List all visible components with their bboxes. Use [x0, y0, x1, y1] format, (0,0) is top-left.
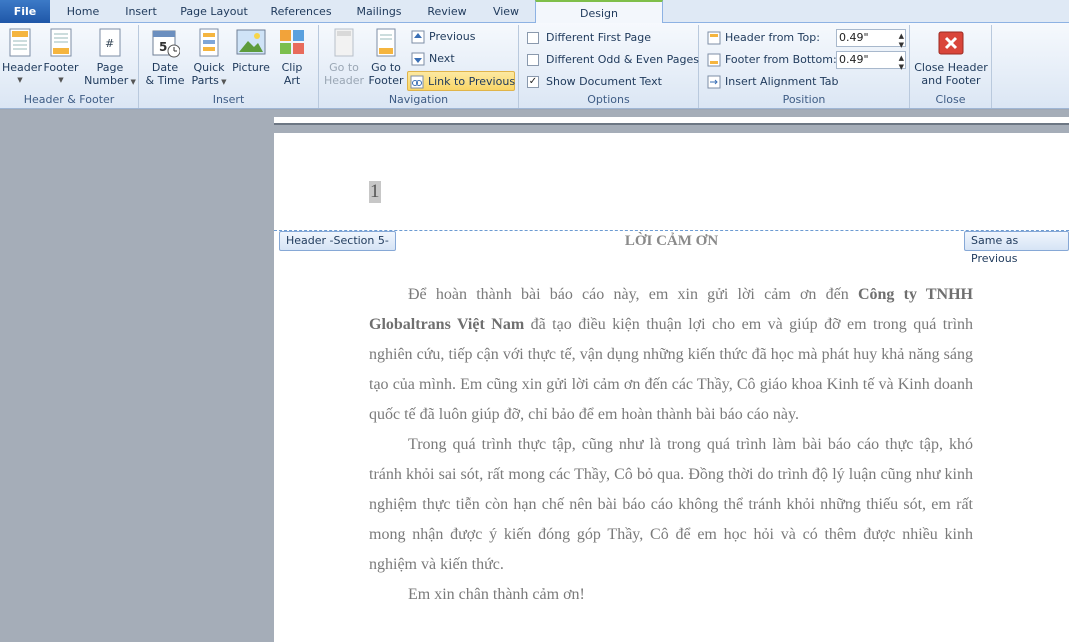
document-body[interactable]: Để hoàn thành bài báo cáo này, em xin gử… [369, 280, 973, 610]
group-header-footer: Header ▼ Footer ▼ # Page Number ▼ Header… [0, 25, 139, 108]
go-to-header-icon [329, 27, 359, 59]
footer-from-bottom-label: Footer from Bottom: [705, 50, 837, 70]
group-label-options: Options [587, 93, 630, 106]
group-navigation: Go to Header Go to Footer Previous Next … [319, 25, 519, 108]
page-number-button[interactable]: # Page Number ▼ [84, 27, 136, 89]
previous-page-bottom [274, 117, 1069, 125]
previous-section-icon [411, 30, 425, 44]
spin-down-icon[interactable]: ▼ [899, 59, 904, 75]
go-to-header-button[interactable]: Go to Header [323, 27, 365, 87]
group-options: Different First Page Different Odd & Eve… [519, 25, 699, 108]
tab-file[interactable]: File [0, 0, 50, 23]
different-first-page-checkbox[interactable]: Different First Page [527, 28, 651, 48]
chevron-down-icon: ▼ [218, 78, 227, 86]
different-odd-even-checkbox[interactable]: Different Odd & Even Pages [527, 50, 699, 70]
go-to-footer-button[interactable]: Go to Footer [365, 27, 407, 87]
ribbon-tab-bar: File Home Insert Page Layout References … [0, 0, 1069, 24]
close-header-footer-button[interactable]: Close Header and Footer [912, 27, 990, 87]
footer-from-bottom-input[interactable]: 0.49" ▲ ▼ [836, 51, 906, 71]
tab-page-layout[interactable]: Page Layout [176, 0, 252, 23]
tab-home[interactable]: Home [58, 0, 108, 23]
group-close: Close Header and Footer Close [910, 25, 992, 108]
checkbox-checked-icon: ✓ [527, 76, 539, 88]
group-label-header-footer: Header & Footer [23, 93, 115, 106]
ribbon: Header ▼ Footer ▼ # Page Number ▼ Header… [0, 23, 1069, 109]
svg-text:5: 5 [159, 40, 167, 54]
calendar-clock-icon: 5 [150, 27, 181, 59]
show-document-text-checkbox[interactable]: ✓ Show Document Text [527, 72, 662, 92]
chevron-down-icon: ▼ [58, 76, 64, 84]
header-area[interactable] [274, 133, 1069, 230]
checkbox-icon [527, 54, 539, 66]
clip-art-button[interactable]: Clip Art [274, 27, 310, 87]
quick-parts-icon [194, 27, 224, 59]
group-position: Header from Top: 0.49" ▲ ▼ Footer from B… [699, 25, 910, 108]
svg-text:#: # [105, 37, 114, 50]
tab-design[interactable]: Design [535, 0, 663, 24]
footer-button[interactable]: Footer ▼ [42, 27, 80, 87]
quick-parts-button[interactable]: Quick Parts ▼ [189, 27, 229, 89]
chevron-down-icon: ▼ [17, 76, 23, 84]
next-button[interactable]: Next [409, 49, 515, 69]
group-label-position: Position [782, 93, 826, 106]
group-label-close: Close [935, 93, 966, 106]
link-icon [410, 75, 424, 89]
insert-alignment-tab-button[interactable]: Insert Alignment Tab [705, 72, 839, 92]
link-to-previous-button[interactable]: Link to Previous [407, 71, 515, 91]
group-label-insert: Insert [212, 93, 245, 106]
alignment-tab-icon [707, 75, 721, 89]
header-from-top-label: Header from Top: [705, 28, 820, 48]
picture-button[interactable]: Picture [231, 27, 271, 74]
clip-art-icon [277, 27, 307, 59]
tab-mailings[interactable]: Mailings [350, 0, 408, 23]
close-icon [936, 27, 966, 59]
tab-references[interactable]: References [266, 0, 336, 23]
date-time-button[interactable]: 5 Date & Time [145, 27, 185, 87]
paragraph-2: Trong quá trình thực tập, cũng như là tr… [369, 436, 973, 573]
header-icon [5, 27, 35, 59]
paragraph-3: Em xin chân thành cảm ơn! [408, 586, 585, 603]
header-page-number[interactable]: 1 [369, 181, 381, 203]
picture-icon [236, 27, 266, 59]
paragraph-1: Để hoàn thành bài báo cáo này, em xin gử… [369, 286, 974, 423]
header-position-icon [707, 31, 721, 45]
footer-position-icon [707, 53, 721, 67]
tab-review[interactable]: Review [420, 0, 474, 23]
group-insert: 5 Date & Time Quick Parts ▼ Picture Clip… [139, 25, 319, 108]
header-from-top-input[interactable]: 0.49" ▲ ▼ [836, 29, 906, 49]
next-section-icon [411, 52, 425, 66]
go-to-footer-icon [371, 27, 401, 59]
footer-icon [46, 27, 76, 59]
tab-view[interactable]: View [484, 0, 528, 23]
tab-insert[interactable]: Insert [116, 0, 166, 23]
group-label-navigation: Navigation [388, 93, 449, 106]
chevron-down-icon: ▼ [128, 78, 136, 86]
header-button[interactable]: Header ▼ [2, 27, 42, 87]
checkbox-icon [527, 32, 539, 44]
previous-button[interactable]: Previous [409, 27, 515, 47]
document-title: LỜI CẢM ƠN [624, 233, 719, 249]
page-number-icon: # [95, 27, 125, 59]
